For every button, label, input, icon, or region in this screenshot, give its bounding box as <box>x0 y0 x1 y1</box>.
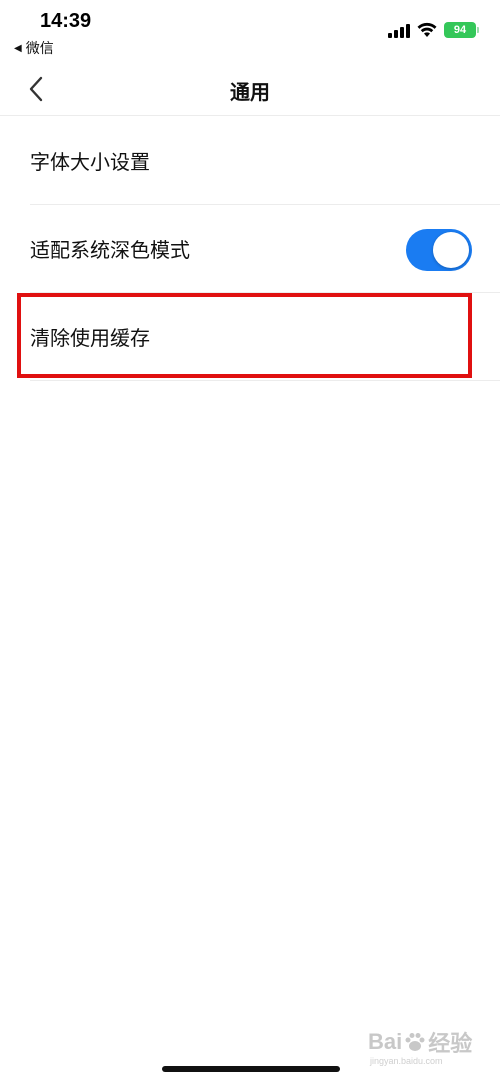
settings-list: 字体大小设置 适配系统深色模式 清除使用缓存 <box>0 117 500 381</box>
baidu-jingyan-watermark: Bai 经验 jingyan.baidu.com <box>368 1026 473 1066</box>
watermark-text-b: 经验 <box>428 1031 473 1056</box>
cellular-signal-icon <box>388 24 410 38</box>
battery-icon: 94 <box>444 22 479 38</box>
settings-item-label: 字体大小设置 <box>30 150 150 174</box>
dark-mode-toggle[interactable] <box>406 229 472 271</box>
settings-item-label: 清除使用缓存 <box>30 326 150 350</box>
home-indicator[interactable] <box>162 1066 340 1072</box>
status-bar: 14:39 ◀ 微信 94 <box>0 0 500 62</box>
back-app-label: 微信 <box>25 41 54 57</box>
status-time: 14:39 <box>40 10 92 32</box>
toggle-knob <box>433 232 469 268</box>
page-title: 通用 <box>230 80 270 104</box>
watermark-text-a: Bai <box>368 1029 403 1054</box>
battery-level: 94 <box>453 24 467 36</box>
font-size-settings-item[interactable]: 字体大小设置 <box>30 117 500 205</box>
nav-bar: 通用 <box>0 62 500 116</box>
watermark-url: jingyan.baidu.com <box>370 1056 443 1066</box>
wifi-icon <box>417 22 437 37</box>
paw-icon <box>405 1033 425 1051</box>
back-to-app-link[interactable]: ◀ 微信 <box>14 38 54 58</box>
clear-cache-settings-item[interactable]: 清除使用缓存 <box>30 293 500 381</box>
back-triangle-icon: ◀ <box>14 42 22 54</box>
settings-item-label: 适配系统深色模式 <box>30 238 190 262</box>
dark-mode-settings-item: 适配系统深色模式 <box>30 205 500 293</box>
screen: 14:39 ◀ 微信 94 通用 字体大小设置 适配系统深色模式 清除使用缓存 … <box>0 0 500 1083</box>
